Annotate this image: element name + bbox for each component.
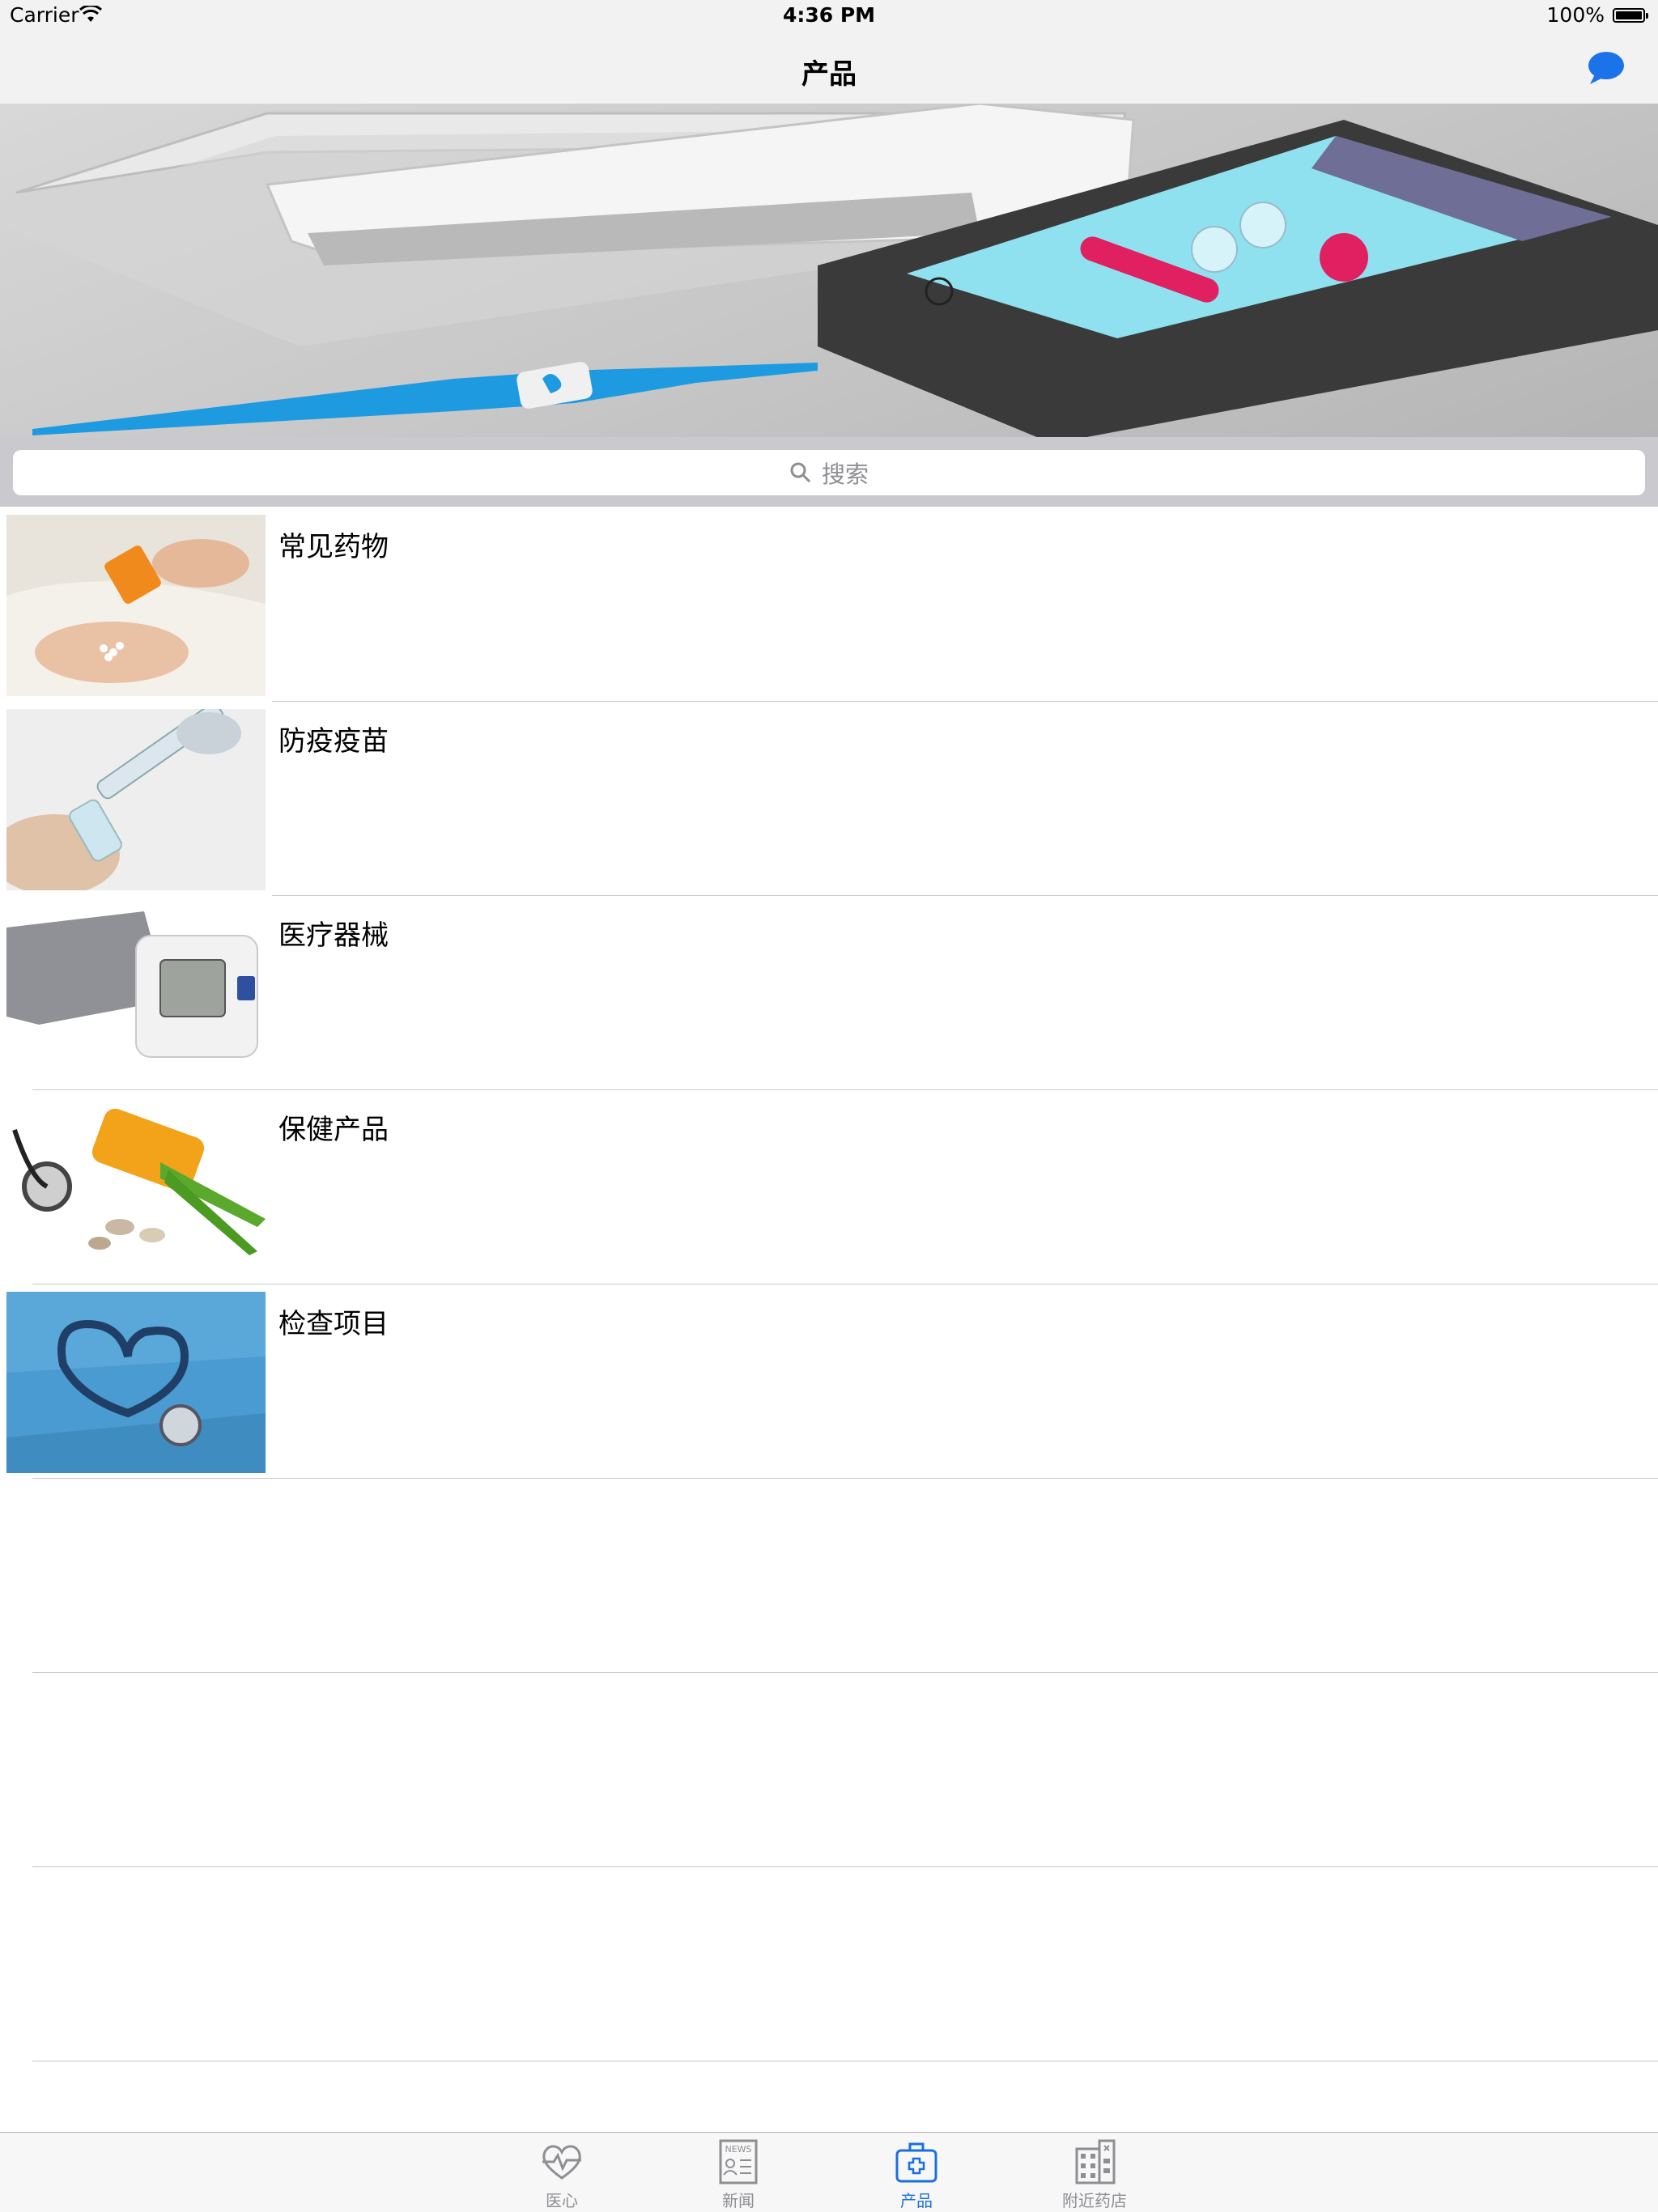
search-bar: 搜索 (0, 437, 1658, 507)
health-products-thumbnail (6, 1098, 266, 1279)
navigation-bar: 产品 (0, 32, 1658, 104)
tab-bar: 医心 NEWS 新闻 产品 附近药店 (0, 2132, 1658, 2212)
chat-bubble-icon[interactable] (1587, 50, 1626, 89)
list-item-label: 检查项目 (278, 1308, 389, 1340)
list-item-vaccine[interactable]: 防疫疫苗 (0, 703, 1658, 897)
battery-icon (1613, 8, 1648, 23)
list-item-common-medicine[interactable]: 常见药物 (0, 508, 1658, 703)
vaccine-thumbnail (6, 709, 266, 890)
row-separator (272, 701, 1658, 702)
tab-label: 新闻 (722, 2191, 755, 2210)
list-item-examinations[interactable]: 检查项目 (0, 1285, 1658, 1480)
row-separator (32, 1672, 1658, 1673)
search-icon (790, 462, 811, 483)
row-separator (32, 1866, 1658, 1867)
svg-text:NEWS: NEWS (725, 2144, 751, 2155)
list-item-label: 常见药物 (278, 531, 389, 563)
list-item-label: 保健产品 (278, 1114, 389, 1146)
clock: 4:36 PM (782, 3, 876, 27)
tab-label: 医心 (546, 2191, 578, 2210)
tab-nearby-pharmacy[interactable]: 附近药店 (1046, 2133, 1143, 2212)
heart-pulse-icon (538, 2138, 586, 2186)
building-icon (1070, 2138, 1119, 2186)
tab-news[interactable]: NEWS 新闻 (690, 2133, 787, 2212)
battery-percent: 100% (1546, 3, 1605, 27)
medicine-thumbnail (6, 515, 266, 696)
news-icon: NEWS (714, 2138, 763, 2186)
list-item-label: 医疗器械 (278, 919, 389, 952)
list-item-health-products[interactable]: 保健产品 (0, 1091, 1658, 1285)
list-item-medical-device[interactable]: 医疗器械 (0, 897, 1658, 1091)
row-separator (32, 1089, 1658, 1090)
status-bar: Carrier 4:36 PM 100% (0, 0, 1658, 32)
search-input[interactable]: 搜索 (13, 450, 1645, 495)
medical-kit-icon (892, 2138, 941, 2186)
row-separator (272, 895, 1658, 896)
tab-label: 产品 (900, 2191, 933, 2210)
medical-device-thumbnail (6, 903, 266, 1085)
tab-yixin[interactable]: 医心 (513, 2133, 610, 2212)
list-item-label: 防疫疫苗 (278, 725, 389, 758)
search-placeholder: 搜索 (821, 461, 869, 488)
banner-image (0, 104, 1658, 437)
row-separator (32, 1478, 1658, 1479)
page-title: 产品 (801, 58, 857, 91)
examinations-thumbnail (6, 1292, 266, 1473)
tab-label: 附近药店 (1062, 2191, 1127, 2210)
product-list: 常见药物 防疫疫苗 医疗器械 保健产品 检查项目 (0, 508, 1658, 2061)
tab-products[interactable]: 产品 (868, 2133, 965, 2212)
